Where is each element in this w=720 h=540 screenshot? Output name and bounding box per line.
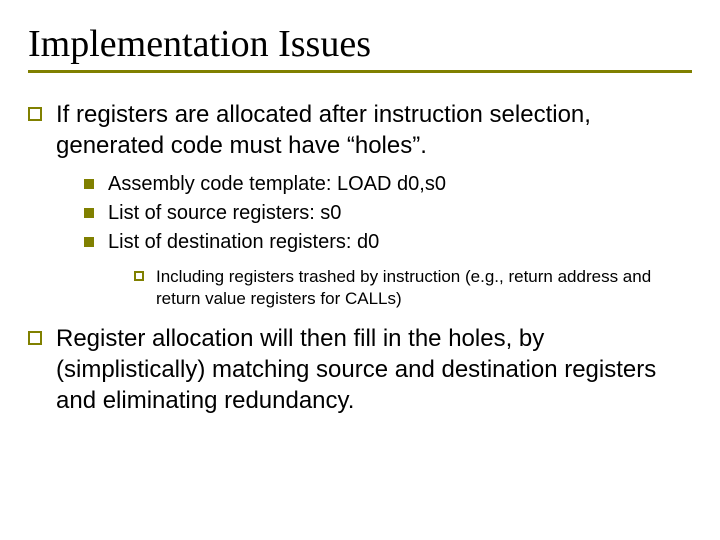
hollow-square-icon <box>28 107 42 121</box>
bullet-text: Assembly code template: LOAD d0,s0 <box>108 171 446 198</box>
bullet-level3-1: Including registers trashed by instructi… <box>134 266 692 310</box>
bullet-level1-1: If registers are allocated after instruc… <box>28 99 692 161</box>
filled-square-icon <box>84 179 94 189</box>
bullet-text: List of destination registers: d0 <box>108 229 379 256</box>
bullet-text: Register allocation will then fill in th… <box>56 323 692 417</box>
bullet-level2-1: Assembly code template: LOAD d0,s0 <box>84 171 692 198</box>
bullet-level2-group: Assembly code template: LOAD d0,s0 List … <box>84 171 692 256</box>
hollow-square-icon <box>28 331 42 345</box>
bullet-level1-2: Register allocation will then fill in th… <box>28 323 692 417</box>
bullet-text: List of source registers: s0 <box>108 200 341 227</box>
filled-square-icon <box>84 208 94 218</box>
bullet-level3-group: Including registers trashed by instructi… <box>134 266 692 310</box>
bullet-level2-2: List of source registers: s0 <box>84 200 692 227</box>
title-underline <box>28 70 692 73</box>
bullet-text: Including registers trashed by instructi… <box>156 266 692 310</box>
bullet-text: If registers are allocated after instruc… <box>56 99 692 161</box>
slide-title: Implementation Issues <box>28 22 692 66</box>
bullet-level2-3: List of destination registers: d0 <box>84 229 692 256</box>
filled-square-icon <box>84 237 94 247</box>
hollow-square-icon <box>134 271 144 281</box>
